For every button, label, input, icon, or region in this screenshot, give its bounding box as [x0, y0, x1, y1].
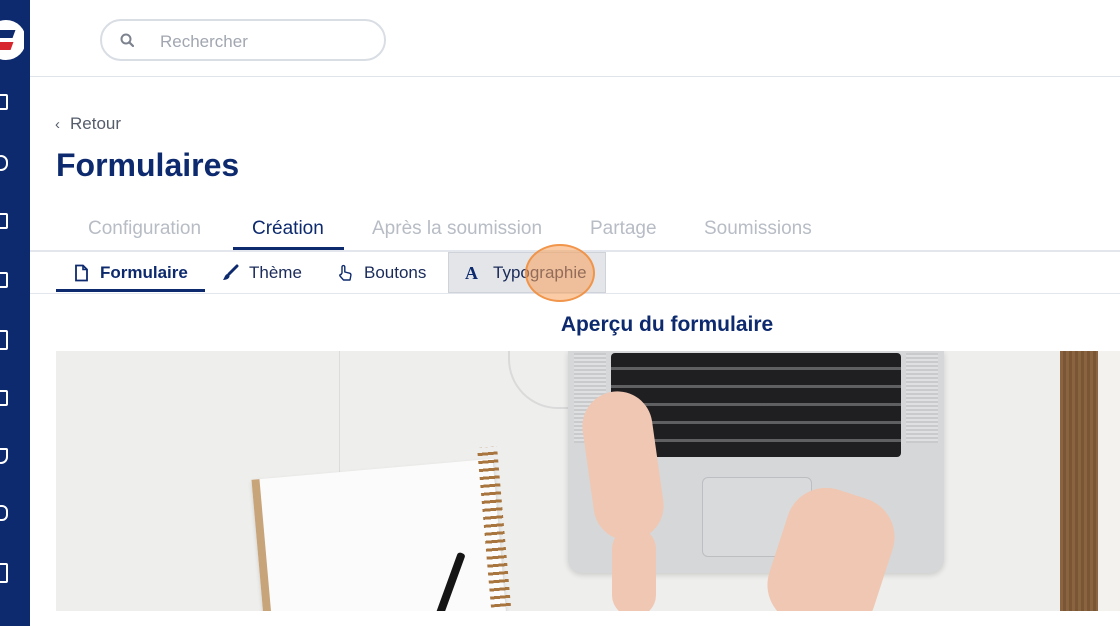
click-highlight [525, 244, 595, 302]
database-icon[interactable] [0, 505, 8, 521]
back-label: Retour [70, 114, 122, 133]
logo-bar-red [0, 42, 14, 50]
subtab-theme[interactable]: Thème [205, 252, 318, 293]
subtab-theme-label: Thème [249, 262, 302, 282]
active-tab-indicator [233, 247, 344, 250]
tab-partage[interactable]: Partage [590, 218, 657, 240]
preview-title: Aperçu du formulaire [560, 313, 774, 336]
subtab-formulaire-label: Formulaire [100, 262, 188, 282]
shield-icon[interactable] [0, 448, 8, 464]
back-link[interactable]: ‹ Retour [55, 114, 121, 134]
mail-icon[interactable] [0, 272, 8, 288]
form-header-image [56, 351, 1120, 611]
search-placeholder: Rechercher [160, 32, 248, 51]
search-input[interactable]: Rechercher [100, 19, 386, 61]
chat-icon[interactable] [0, 155, 8, 171]
pointer-hand-icon [339, 264, 352, 281]
subtab-boutons[interactable]: Boutons [320, 252, 442, 293]
main-tabs: Configuration Création Après la soumissi… [30, 210, 1120, 252]
typography-icon: A [465, 262, 478, 283]
brush-icon [223, 264, 239, 280]
subtab-boutons-label: Boutons [364, 262, 427, 282]
left-wrist [612, 527, 656, 611]
tab-creation[interactable]: Création [252, 218, 324, 240]
notebook [251, 458, 507, 611]
calendar-icon[interactable] [0, 213, 8, 229]
search-icon [120, 33, 134, 47]
logo-bar-navy [0, 30, 16, 38]
paper-edge [1098, 351, 1120, 611]
chevron-left-icon: ‹ [55, 115, 60, 133]
page-title: Formulaires [56, 147, 240, 183]
document-icon [75, 264, 88, 281]
speaker-grill-right [906, 353, 938, 443]
subtab-formulaire[interactable]: Formulaire [56, 252, 204, 293]
dashboard-icon[interactable] [0, 94, 8, 110]
tab-configuration[interactable]: Configuration [88, 218, 201, 240]
tab-soumissions[interactable]: Soumissions [704, 218, 812, 240]
layout-icon[interactable] [0, 390, 8, 406]
top-bar: Rechercher [30, 0, 1120, 77]
tab-apres-soumission[interactable]: Après la soumission [372, 218, 542, 240]
active-subtab-indicator [56, 289, 205, 292]
institution-icon[interactable] [0, 563, 8, 583]
app-logo[interactable] [0, 20, 26, 60]
